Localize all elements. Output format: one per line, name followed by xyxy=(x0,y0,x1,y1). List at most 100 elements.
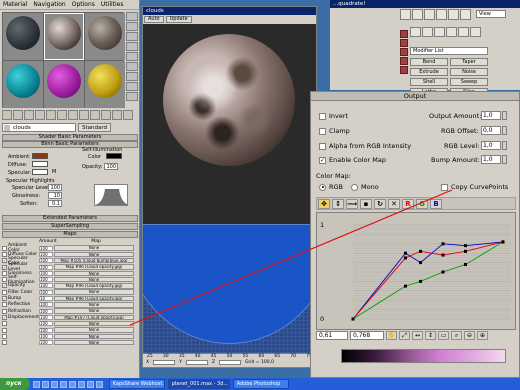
auto-button[interactable]: Auto xyxy=(144,16,164,23)
curve-control-point[interactable] xyxy=(404,256,407,260)
map-slot-button[interactable]: None xyxy=(54,251,134,258)
menu-utilities[interactable]: Utilities xyxy=(101,1,124,8)
curve-control-point[interactable] xyxy=(501,240,505,244)
quick-launch-icon-3[interactable] xyxy=(50,380,58,388)
sample-type-button[interactable] xyxy=(126,12,138,21)
pin-stack-button[interactable] xyxy=(400,39,408,47)
map-enable-checkbox[interactable]: ✓ xyxy=(2,314,7,320)
map-enable-checkbox[interactable] xyxy=(2,277,7,283)
map-enable-checkbox[interactable] xyxy=(2,270,7,276)
assign-material-button[interactable] xyxy=(24,110,34,120)
material-slot-2[interactable] xyxy=(44,13,84,60)
go-to-parent-button[interactable] xyxy=(112,110,122,120)
x-coord-field[interactable] xyxy=(153,360,176,365)
modifier-shell-button[interactable]: Shell xyxy=(410,78,448,86)
map-amount-spinner[interactable]: 100 xyxy=(39,245,53,251)
specular-color-swatch[interactable] xyxy=(32,169,48,175)
options-button[interactable] xyxy=(126,72,138,81)
point-x-field[interactable]: 0,61 xyxy=(316,331,348,340)
teapot-icon[interactable] xyxy=(412,9,423,20)
alpha-from-rgb-checkbox[interactable] xyxy=(319,142,326,150)
menu-options[interactable]: Options xyxy=(72,1,95,8)
map-amount-spinner[interactable]: 100 xyxy=(39,277,53,283)
display-tab[interactable] xyxy=(458,27,469,37)
curve-control-point[interactable] xyxy=(419,249,422,253)
material-effects-channel-button[interactable] xyxy=(79,110,89,120)
bump-amount-spinner[interactable] xyxy=(502,155,507,164)
point-y-field[interactable]: 0,768 xyxy=(350,331,384,340)
add-point-tool[interactable]: ⟿ xyxy=(346,198,358,209)
quick-launch-icon-6[interactable] xyxy=(77,380,85,388)
map-enable-checkbox[interactable]: ✓ xyxy=(2,296,7,302)
make-unique-button[interactable] xyxy=(57,110,67,120)
map-enable-checkbox[interactable]: ✓ xyxy=(2,264,7,270)
map-amount-spinner[interactable]: 100 xyxy=(39,302,53,308)
map-enable-checkbox[interactable]: ✓ xyxy=(2,258,7,264)
motion-tab[interactable] xyxy=(446,27,457,37)
map-amount-spinner[interactable]: 10 xyxy=(39,296,53,302)
make-copy-button[interactable] xyxy=(46,110,56,120)
reset-map-button[interactable] xyxy=(35,110,45,120)
curve-control-point[interactable] xyxy=(441,253,445,257)
map-amount-spinner[interactable]: 100 xyxy=(39,333,53,339)
map-enable-checkbox[interactable]: ✓ xyxy=(2,283,7,289)
extended-parameters-rollout[interactable]: Extended Parameters xyxy=(2,215,138,222)
curve-editor-icon[interactable] xyxy=(460,9,471,20)
material-slot-4[interactable] xyxy=(3,61,43,108)
diffuse-map-m-button[interactable]: M xyxy=(52,169,56,175)
zoom-extents-icon[interactable]: ⤢ xyxy=(399,331,410,340)
map-slot-button[interactable]: Map #107 (Cloud opacity.jpg) xyxy=(54,314,134,321)
modifier-bend-button[interactable]: Bend xyxy=(410,58,448,66)
material-slot-1[interactable] xyxy=(3,13,43,60)
zoom-icon[interactable]: ⌕ xyxy=(451,331,462,340)
perspective-viewport[interactable] xyxy=(143,224,316,354)
start-button[interactable]: пуск xyxy=(0,378,30,390)
uv-tiling-button[interactable] xyxy=(126,42,138,51)
modifier-taper-button[interactable]: Taper xyxy=(450,58,488,66)
schematic-view-icon[interactable] xyxy=(448,9,459,20)
material-editor-icon[interactable] xyxy=(436,9,447,20)
map-slot-button[interactable]: None xyxy=(54,327,134,333)
map-amount-spinner[interactable]: 100 xyxy=(39,264,53,270)
soften-spinner[interactable]: 0.1 xyxy=(48,200,62,207)
quick-launch-icon-1[interactable] xyxy=(32,380,40,388)
material-slot-3[interactable] xyxy=(85,13,125,60)
map-enable-checkbox[interactable] xyxy=(2,340,7,346)
delete-point-tool[interactable]: ▪ xyxy=(360,198,372,209)
curve-control-point[interactable] xyxy=(464,244,467,248)
map-enable-checkbox[interactable] xyxy=(2,289,7,295)
map-amount-spinner[interactable]: 100 xyxy=(39,251,53,257)
reset-curves-tool[interactable]: ↻ xyxy=(374,198,386,209)
show-map-in-viewport-button[interactable] xyxy=(90,110,100,120)
taskbar-item-webhost[interactable]: KapsShare Webhost... xyxy=(108,379,165,389)
get-material-button[interactable] xyxy=(2,110,12,120)
rgb-level-spinner[interactable] xyxy=(502,141,507,150)
zoom-horizontal-icon[interactable]: ↔ xyxy=(412,331,423,340)
map-enable-checkbox[interactable] xyxy=(2,308,7,314)
map-slot-button[interactable]: None xyxy=(54,245,134,251)
map-enable-checkbox[interactable] xyxy=(2,302,7,308)
output-header[interactable]: Output xyxy=(311,92,519,101)
zoom-region-icon[interactable]: ▭ xyxy=(438,331,449,340)
map-slot-button[interactable]: Map #96 (Cloud opacity.jpg) xyxy=(54,295,134,302)
blue-channel-toggle[interactable]: B xyxy=(430,198,442,209)
modifier-list-dropdown[interactable]: Modifier List xyxy=(410,47,488,55)
supersampling-rollout[interactable]: SuperSampling xyxy=(2,223,138,230)
map-enable-checkbox[interactable] xyxy=(2,333,7,339)
map-enable-checkbox[interactable] xyxy=(2,321,7,327)
map-slot-button[interactable]: None xyxy=(54,333,134,340)
backlight-button[interactable] xyxy=(126,22,138,31)
bump-amount-field[interactable]: 1,0 xyxy=(481,155,501,164)
map-slot-button[interactable]: Map #96 (Cloud opacity.jpg) xyxy=(54,264,134,270)
quick-launch-icon-2[interactable] xyxy=(41,380,49,388)
curve-control-point[interactable] xyxy=(351,317,355,321)
maps-rollout[interactable]: Maps xyxy=(2,231,138,238)
quick-render-icon[interactable] xyxy=(424,9,435,20)
scale-point-tool[interactable]: ↕ xyxy=(332,198,344,209)
quick-launch-icon-5[interactable] xyxy=(68,380,76,388)
pick-material-icon[interactable] xyxy=(4,124,10,131)
modify-tab[interactable] xyxy=(422,27,433,37)
copy-curve-points-checkbox[interactable] xyxy=(441,183,448,191)
shader-basic-rollout[interactable]: Shader Basic Parameters xyxy=(2,134,138,141)
update-button[interactable]: Update xyxy=(165,16,192,23)
